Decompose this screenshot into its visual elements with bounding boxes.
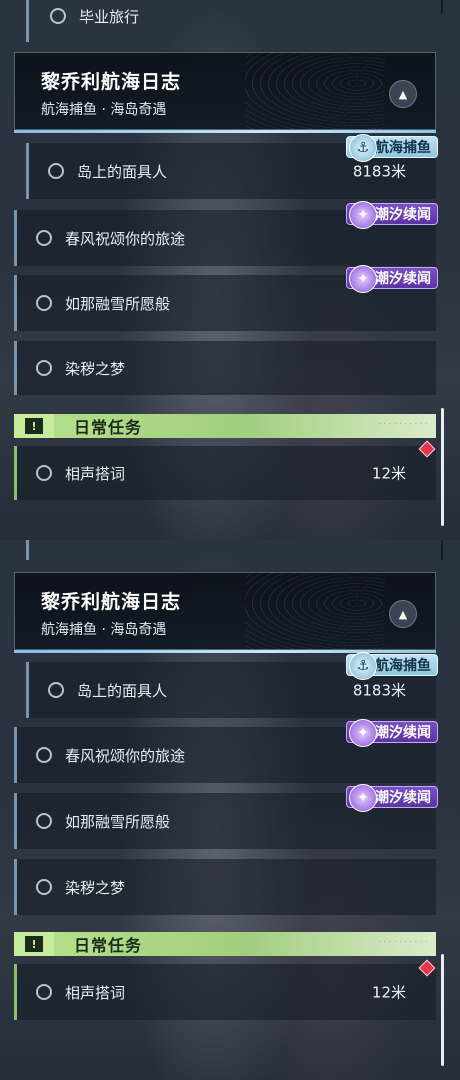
quest-tracker-panel: 毕业旅行 黎乔利航海日志 航海捕鱼 · 海岛奇遇 ▲ 岛上的面具人 8183米 … xyxy=(0,0,460,540)
quest-status-circle-icon xyxy=(36,984,52,1000)
tide-swirl-icon: ✦ xyxy=(349,719,377,747)
quest-distance: 12米 xyxy=(371,983,406,1002)
quest-item[interactable]: 染秽之梦 xyxy=(14,341,436,395)
decorative-fine-print: · · · · · · · · · · xyxy=(378,939,428,945)
quest-accent-bar xyxy=(14,727,17,783)
quest-label: 相声搭词 xyxy=(65,983,126,1002)
quest-status-circle-icon xyxy=(48,163,64,179)
scroll-track xyxy=(441,540,443,560)
quest-group-subtitle: 航海捕鱼 · 海岛奇遇 xyxy=(41,622,167,638)
quest-tracker-panel: 黎乔利航海日志 航海捕鱼 · 海岛奇遇 ▲ 岛上的面具人 8183米 ⚓ 航海捕… xyxy=(0,540,460,1080)
quest-divider-line xyxy=(26,0,29,42)
quest-label: 岛上的面具人 xyxy=(77,162,168,181)
topographic-pattern xyxy=(245,573,385,649)
tag-label: 潮汐续闻 xyxy=(375,207,431,223)
quest-item-graduation-trip[interactable]: 毕业旅行 xyxy=(30,0,436,32)
quest-label: 毕业旅行 xyxy=(79,7,140,26)
quest-accent-bar xyxy=(14,341,17,395)
quest-distance: 8183米 xyxy=(352,162,406,181)
tag-label: 潮汐续闻 xyxy=(375,271,431,287)
tag-label: 航海捕鱼 xyxy=(375,658,431,674)
tag-sailing-fishing: ⚓ 航海捕鱼 xyxy=(346,652,438,680)
quest-group-title: 黎乔利航海日志 xyxy=(41,591,182,613)
quest-label: 染秽之梦 xyxy=(65,878,126,897)
quest-group-subtitle: 航海捕鱼 · 海岛奇遇 xyxy=(41,102,167,118)
tag-sailing-fishing: ⚓ 航海捕鱼 xyxy=(346,134,438,162)
quest-status-circle-icon xyxy=(36,360,52,376)
quest-status-circle-icon xyxy=(48,682,64,698)
daily-tasks-header[interactable]: ! 日常任务 · · · · · · · · · · xyxy=(14,414,436,438)
quest-accent-bar xyxy=(14,275,17,331)
quest-label: 春风祝颂你的旅途 xyxy=(65,746,186,765)
quest-group-title: 黎乔利航海日志 xyxy=(41,71,182,93)
scrollbar-thumb[interactable] xyxy=(441,954,444,1066)
tag-label: 潮汐续闻 xyxy=(375,725,431,741)
quest-status-circle-icon xyxy=(36,230,52,246)
chevron-up-icon[interactable]: ▲ xyxy=(389,80,417,108)
tag-tide-story: ✦ 潮汐续闻 xyxy=(346,265,438,293)
quest-status-circle-icon xyxy=(36,465,52,481)
daily-quest-item[interactable]: 相声搭词 12米 xyxy=(14,446,436,500)
chevron-up-icon[interactable]: ▲ xyxy=(389,600,417,628)
quest-item[interactable]: 染秽之梦 xyxy=(14,859,436,915)
quest-label: 如那融雪所愿般 xyxy=(65,812,171,831)
quest-divider-line xyxy=(26,540,29,560)
tag-tide-story: ✦ 潮汐续闻 xyxy=(346,719,438,747)
scrollbar-thumb[interactable] xyxy=(441,408,444,526)
tag-label: 潮汐续闻 xyxy=(375,790,431,806)
quest-status-circle-icon xyxy=(36,295,52,311)
quest-status-circle-icon xyxy=(36,813,52,829)
quest-group-header[interactable]: 黎乔利航海日志 航海捕鱼 · 海岛奇遇 ▲ xyxy=(14,52,436,133)
quest-accent-bar xyxy=(14,446,17,500)
exclamation-icon: ! xyxy=(14,414,54,438)
tag-label: 航海捕鱼 xyxy=(375,140,431,156)
quest-label: 岛上的面具人 xyxy=(77,681,168,700)
topographic-pattern xyxy=(245,53,385,129)
quest-accent-bar xyxy=(26,662,29,718)
daily-tasks-header[interactable]: ! 日常任务 · · · · · · · · · · xyxy=(14,932,436,956)
decorative-fine-print: · · · · · · · · · · xyxy=(378,421,428,427)
quest-accent-bar xyxy=(14,859,17,915)
quest-distance: 12米 xyxy=(371,464,406,483)
quest-label: 染秽之梦 xyxy=(65,359,126,378)
tag-tide-story: ✦ 潮汐续闻 xyxy=(346,201,438,229)
tide-swirl-icon: ✦ xyxy=(349,784,377,812)
quest-accent-bar xyxy=(26,143,29,199)
quest-distance: 8183米 xyxy=(352,681,406,700)
quest-status-circle-icon xyxy=(50,8,66,24)
tag-tide-story: ✦ 潮汐续闻 xyxy=(346,784,438,812)
quest-status-circle-icon xyxy=(36,747,52,763)
tide-swirl-icon: ✦ xyxy=(349,265,377,293)
quest-accent-bar xyxy=(14,964,17,1020)
tide-swirl-icon: ✦ xyxy=(349,201,377,229)
daily-tasks-label: 日常任务 xyxy=(74,418,143,437)
anchor-icon: ⚓ xyxy=(349,134,377,162)
quest-label: 相声搭词 xyxy=(65,464,126,483)
quest-accent-bar xyxy=(14,793,17,849)
daily-quest-item[interactable]: 相声搭词 12米 xyxy=(14,964,436,1020)
quest-group-header[interactable]: 黎乔利航海日志 航海捕鱼 · 海岛奇遇 ▲ xyxy=(14,572,436,653)
quest-status-circle-icon xyxy=(36,879,52,895)
scroll-track xyxy=(441,0,443,14)
quest-label: 如那融雪所愿般 xyxy=(65,294,171,313)
exclamation-icon: ! xyxy=(14,932,54,956)
quest-label: 春风祝颂你的旅途 xyxy=(65,229,186,248)
anchor-icon: ⚓ xyxy=(349,652,377,680)
quest-accent-bar xyxy=(14,210,17,266)
daily-tasks-label: 日常任务 xyxy=(74,936,143,955)
